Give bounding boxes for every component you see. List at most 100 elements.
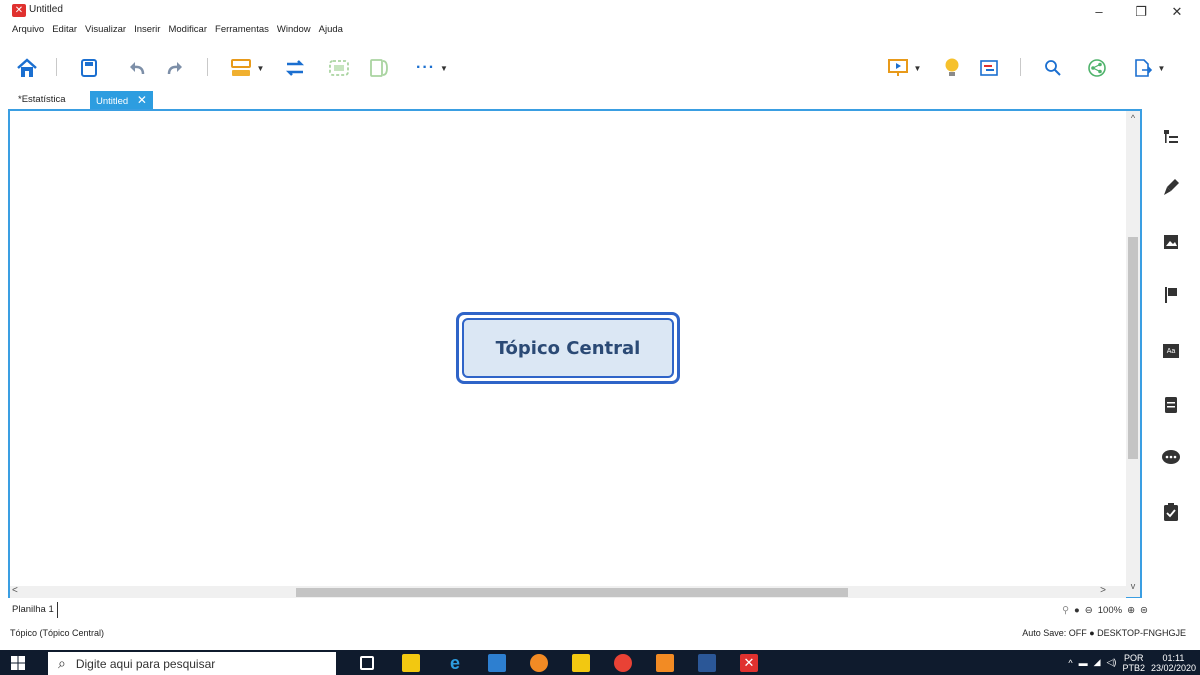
boundary-icon <box>329 60 349 76</box>
menu-bar: Arquivo Editar Visualizar Inserir Modifi… <box>12 22 343 38</box>
chevron-down-icon: ▼ <box>256 63 265 73</box>
close-button[interactable]: ✕ <box>1160 2 1194 22</box>
clock[interactable]: 01:11 23/02/2020 <box>1151 653 1196 673</box>
edge-icon[interactable]: e <box>446 654 464 672</box>
idea-button[interactable] <box>940 51 964 85</box>
menu-ferramentas[interactable]: Ferramentas <box>215 22 269 38</box>
volume-icon[interactable]: ◁) <box>1107 657 1117 668</box>
restore-button[interactable]: ❐ <box>1124 2 1158 22</box>
store-icon[interactable] <box>402 654 420 672</box>
eye-icon[interactable]: ● <box>1074 605 1080 616</box>
task-view-icon[interactable] <box>360 656 374 670</box>
close-icon[interactable]: ✕ <box>137 93 147 107</box>
windows-taskbar: ⌕ Digite aqui para pesquisar e ✕ ^ ▬ ◢ ◁… <box>0 650 1200 675</box>
gantt-icon <box>980 60 998 76</box>
sheet-tab[interactable]: Planilha 1 <box>12 602 58 618</box>
media-icon[interactable] <box>488 654 506 672</box>
gantt-button[interactable] <box>976 51 1002 85</box>
vertical-scroll-thumb[interactable] <box>1128 237 1138 459</box>
zoom-in-icon[interactable]: ⊕ <box>1127 605 1135 616</box>
save-button[interactable] <box>76 51 102 85</box>
app-icon[interactable] <box>656 654 674 672</box>
scroll-left-icon[interactable]: < <box>12 585 18 596</box>
scroll-up-icon[interactable]: ^ <box>1126 113 1140 123</box>
tab-label: Untitled <box>96 96 129 107</box>
menu-window[interactable]: Window <box>277 22 311 38</box>
central-topic[interactable]: Tópico Central <box>456 312 680 384</box>
menu-arquivo[interactable]: Arquivo <box>12 22 44 38</box>
marker-icon <box>1165 287 1177 303</box>
home-icon <box>17 58 37 77</box>
status-bar: Tópico (Tópico Central) Auto Save: OFF ●… <box>0 626 1200 642</box>
tab-untitled[interactable]: Untitled ✕ <box>90 91 153 109</box>
horizontal-scrollbar[interactable]: < > <box>10 585 1126 598</box>
idea-icon <box>945 58 959 76</box>
task-button[interactable] <box>1159 500 1183 524</box>
central-topic-label: Tópico Central <box>495 337 641 359</box>
right-panel-bar: Aa <box>1146 111 1196 601</box>
search-button[interactable] <box>1040 51 1066 85</box>
wifi-icon[interactable]: ◢ <box>1094 657 1101 668</box>
format-button[interactable] <box>1159 175 1183 199</box>
language-indicator[interactable]: POR PTB2 <box>1122 653 1145 673</box>
task-icon <box>1164 503 1178 521</box>
menu-ajuda[interactable]: Ajuda <box>319 22 343 38</box>
horizontal-scroll-thumb[interactable] <box>296 588 848 597</box>
summary-button[interactable] <box>366 51 392 85</box>
outline-icon <box>1164 130 1178 143</box>
undo-icon <box>130 62 145 75</box>
status-autosave[interactable]: Auto Save: OFF ● DESKTOP-FNGHGJE <box>1022 628 1186 638</box>
text-style-button[interactable]: Aa <box>1159 339 1183 363</box>
file-explorer-icon[interactable] <box>572 654 590 672</box>
notes-button[interactable] <box>1159 393 1183 417</box>
toolbar-separator <box>207 58 208 76</box>
chevron-down-icon: ▼ <box>440 63 448 73</box>
tab-label: *Estatística <box>18 94 66 105</box>
show-hidden-icons-icon[interactable]: ^ <box>1068 658 1072 668</box>
redo-icon <box>167 62 182 75</box>
menu-editar[interactable]: Editar <box>52 22 77 38</box>
scroll-down-icon[interactable]: v <box>1126 581 1140 591</box>
firefox-icon[interactable] <box>530 654 548 672</box>
system-tray: ^ ▬ ◢ ◁) POR PTB2 01:11 23/02/2020 <box>1068 650 1196 675</box>
zoom-level[interactable]: 100% <box>1098 605 1122 616</box>
comments-button[interactable] <box>1159 446 1183 470</box>
summary-icon <box>370 59 388 77</box>
undo-button[interactable] <box>124 51 150 85</box>
outline-button[interactable] <box>1159 126 1183 150</box>
marker-button[interactable] <box>1159 283 1183 307</box>
keyboard-layout: PTB2 <box>1122 662 1145 673</box>
minimize-button[interactable]: – <box>1082 2 1116 22</box>
image-button[interactable] <box>1159 230 1183 254</box>
xmind-logo-icon: ✕ <box>12 4 26 17</box>
format-icon <box>1164 179 1179 195</box>
clock-date: 23/02/2020 <box>1150 662 1196 673</box>
vertical-scrollbar[interactable]: ^ v <box>1126 111 1140 597</box>
share-icon <box>1088 59 1106 77</box>
tab-estatistica[interactable]: *Estatística <box>12 91 72 109</box>
document-tabs: *Estatística Untitled ✕ <box>0 91 1200 109</box>
export-dropdown[interactable]: ▼ <box>1126 51 1172 85</box>
filter-icon[interactable]: ⚲ <box>1062 605 1069 616</box>
layout-dropdown[interactable]: ▼ <box>226 51 268 85</box>
relationship-button[interactable] <box>282 51 308 85</box>
fit-icon[interactable]: ⊜ <box>1140 605 1148 616</box>
home-button[interactable] <box>14 51 40 85</box>
menu-inserir[interactable]: Inserir <box>134 22 160 38</box>
menu-visualizar[interactable]: Visualizar <box>85 22 126 38</box>
redo-button[interactable] <box>162 51 188 85</box>
taskbar-search-box[interactable]: ⌕ Digite aqui para pesquisar <box>48 652 336 675</box>
presentation-dropdown[interactable]: ▼ <box>882 51 926 85</box>
text-style-icon: Aa <box>1163 344 1179 358</box>
more-button[interactable]: ··· ▼ <box>410 51 454 85</box>
menu-modificar[interactable]: Modificar <box>168 22 207 38</box>
word-icon[interactable] <box>698 654 716 672</box>
boundary-button[interactable] <box>326 51 352 85</box>
share-button[interactable] <box>1084 51 1110 85</box>
windows-start-icon[interactable] <box>10 655 26 671</box>
zoom-out-icon[interactable]: ⊖ <box>1085 605 1093 616</box>
xmind-icon[interactable]: ✕ <box>740 654 758 672</box>
chrome-icon[interactable] <box>614 654 632 672</box>
battery-icon[interactable]: ▬ <box>1079 658 1088 668</box>
scroll-right-icon[interactable]: > <box>1100 585 1106 596</box>
